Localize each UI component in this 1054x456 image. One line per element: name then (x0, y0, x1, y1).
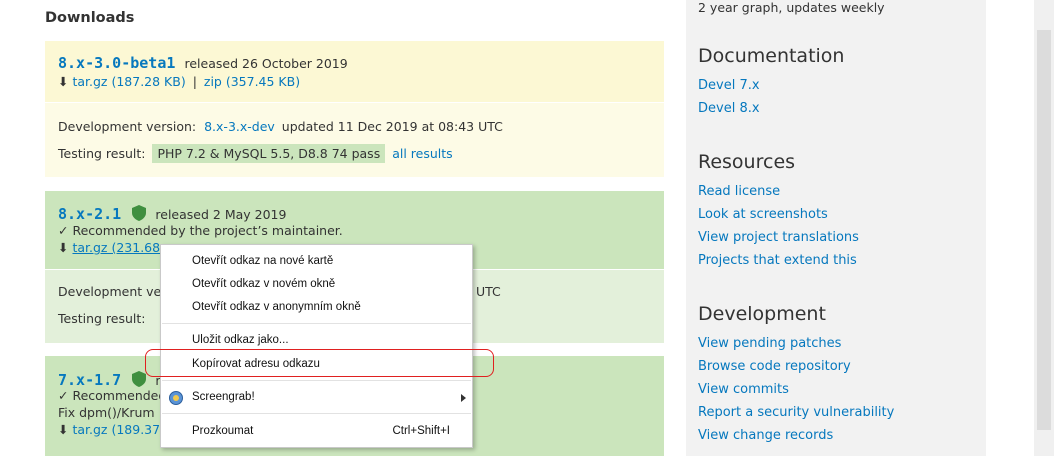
downloads-heading: Downloads (45, 10, 135, 26)
release-note: Fix dpm()/Krum (58, 405, 155, 420)
release-version-link[interactable]: 8.x-3.0-beta1 (58, 54, 175, 72)
recommended-note: ✓ Recommended (58, 388, 167, 403)
report-security-vulnerability-link[interactable]: Report a security vulnerability (698, 405, 894, 420)
tar-gz-link[interactable]: tar.gz (187.28 KB) (72, 74, 185, 89)
file-separator: | (192, 74, 197, 89)
inspect-shortcut: Ctrl+Shift+I (392, 425, 450, 437)
download-icon: ⬇ (58, 240, 69, 255)
release-version-link[interactable]: 7.x-1.7 (58, 371, 121, 389)
release-date: released 26 October 2019 (184, 56, 348, 71)
testing-label: Testing result: (58, 311, 146, 326)
read-license-link[interactable]: Read license (698, 184, 780, 199)
submenu-arrow-icon (461, 394, 466, 402)
browse-code-repository-link[interactable]: Browse code repository (698, 359, 851, 374)
dev-version-updated: UTC (476, 284, 501, 299)
usage-graph-caption: 2 year graph, updates weekly (698, 0, 885, 15)
shield-icon (132, 205, 147, 221)
resources-heading: Resources (698, 151, 796, 173)
menu-save-link-as[interactable]: Uložit odkaz jako... (192, 334, 289, 346)
download-icon: ⬇ (58, 422, 69, 437)
menu-open-in-new-window[interactable]: Otevřít odkaz v novém okně (192, 278, 335, 290)
menu-inspect[interactable]: Prozkoumat (192, 425, 253, 437)
recommended-note: ✓ Recommended by the project’s maintaine… (58, 223, 343, 238)
view-change-records-link[interactable]: View change records (698, 428, 833, 443)
vertical-scrollbar[interactable] (1034, 0, 1054, 456)
dev-version-updated: updated 11 Dec 2019 at 08:43 UTC (281, 119, 503, 134)
view-commits-link[interactable]: View commits (698, 382, 789, 397)
screengrab-icon (169, 391, 183, 405)
menu-open-in-new-tab[interactable]: Otevřít odkaz na nové kartě (192, 255, 333, 267)
release-date: released 2 May 2019 (155, 207, 287, 222)
view-pending-patches-link[interactable]: View pending patches (698, 336, 841, 351)
projects-that-extend-link[interactable]: Projects that extend this (698, 253, 857, 268)
look-at-screenshots-link[interactable]: Look at screenshots (698, 207, 828, 222)
menu-open-in-incognito[interactable]: Otevřít odkaz v anonymním okně (192, 301, 361, 313)
tar-gz-link[interactable]: tar.gz (189.37 (72, 422, 160, 437)
menu-screengrab[interactable]: Screengrab! (192, 391, 255, 403)
view-project-translations-link[interactable]: View project translations (698, 230, 859, 245)
highlight-outline (145, 349, 494, 377)
release-header: 8.x-3.0-beta1 released 26 October 2019 ⬇… (45, 41, 664, 102)
download-icon: ⬇ (58, 74, 69, 89)
all-results-link[interactable]: all results (392, 146, 452, 161)
project-sidebar: 2 year graph, updates weekly Documentati… (686, 0, 986, 456)
devel-7x-link[interactable]: Devel 7.x (698, 78, 760, 93)
dev-version-label: Development version: (58, 119, 197, 134)
dev-version-label: Development ve (58, 284, 162, 299)
link-context-menu: Otevřít odkaz na nové kartě Otevřít odka… (160, 244, 473, 448)
testing-label: Testing result: (58, 146, 146, 161)
documentation-heading: Documentation (698, 45, 845, 67)
tar-gz-link[interactable]: tar.gz (231.68 (72, 240, 160, 255)
release-8x-3-0-beta1: 8.x-3.0-beta1 released 26 October 2019 ⬇… (45, 41, 664, 177)
devel-8x-link[interactable]: Devel 8.x (698, 101, 760, 116)
scrollbar-thumb[interactable] (1037, 30, 1051, 430)
release-dev-info: Development version: 8.x-3.x-dev updated… (45, 102, 664, 177)
testing-result-badge: PHP 7.2 & MySQL 5.5, D8.8 74 pass (152, 144, 386, 163)
zip-link[interactable]: zip (357.45 KB) (204, 74, 300, 89)
release-version-link[interactable]: 8.x-2.1 (58, 205, 121, 223)
shield-icon (132, 371, 147, 387)
development-heading: Development (698, 303, 826, 325)
menu-separator (162, 413, 471, 414)
menu-separator (162, 323, 471, 324)
menu-separator (162, 380, 471, 381)
dev-version-link[interactable]: 8.x-3.x-dev (204, 119, 275, 134)
